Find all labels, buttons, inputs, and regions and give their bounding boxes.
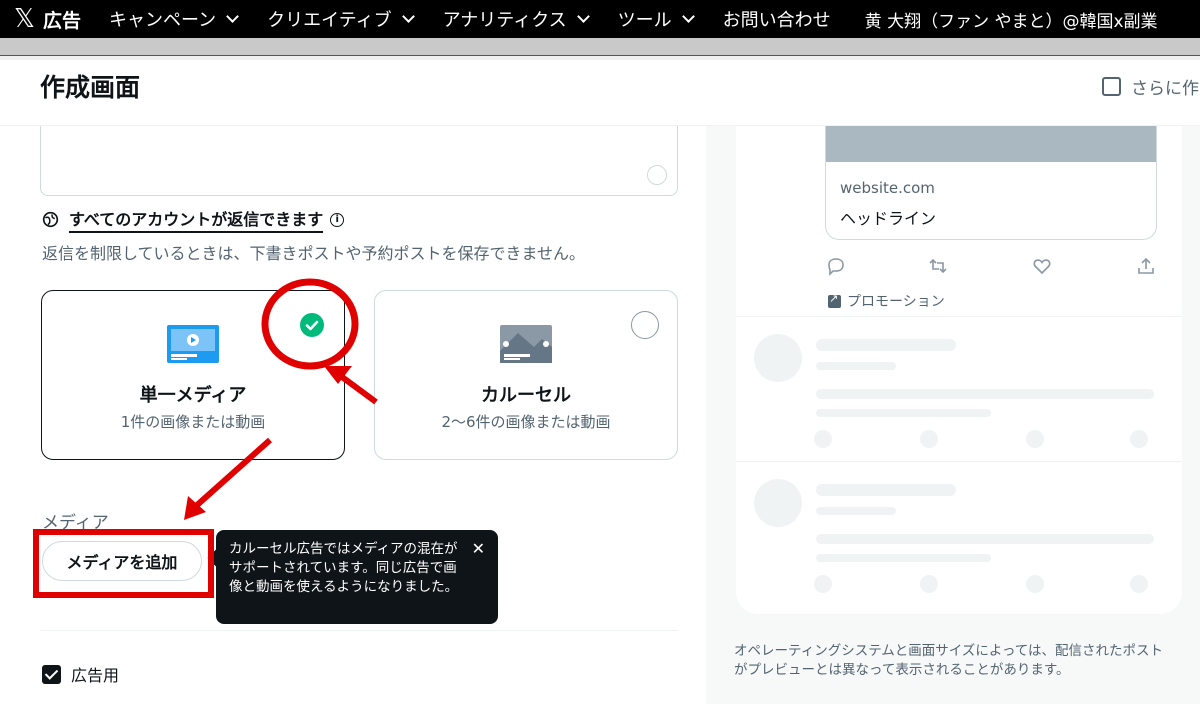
- preview-footnote: オペレーティングシステムと画面サイズによっては、配信されたポストがプレビューとは…: [734, 643, 1164, 678]
- skeleton-line: [816, 534, 1154, 544]
- skeleton-action: [1130, 430, 1148, 448]
- divider: [736, 316, 1182, 317]
- share-icon: [1138, 257, 1154, 274]
- skeleton-avatar: [754, 334, 802, 382]
- radio-icon[interactable]: [631, 311, 659, 339]
- account-switcher[interactable]: 黄 大翔（ファン やまと）@韓国x副業: [865, 7, 1158, 32]
- nav-item-creatives[interactable]: クリエイティブ: [267, 6, 415, 32]
- media-section-label: メディア: [42, 513, 109, 533]
- skeleton-line: [816, 389, 1154, 399]
- reply-setting[interactable]: すべてのアカウントが返信できます i: [42, 206, 345, 233]
- link-card-image: [826, 126, 1156, 162]
- reply-note: 返信を制限しているときは、下書きポストや予約ポストを保存できません。: [42, 244, 586, 263]
- nav-item-label: クリエイティブ: [267, 10, 392, 31]
- reply-icon: [828, 258, 844, 276]
- page-header: 作成画面 さらに作: [0, 60, 1200, 126]
- more-options-checkbox[interactable]: さらに作: [1102, 74, 1199, 99]
- like-icon: [1033, 259, 1051, 275]
- skeleton-line: [816, 484, 956, 496]
- divider: [736, 461, 1182, 462]
- brand[interactable]: 𝕏 広告: [14, 6, 81, 33]
- skeleton-action: [920, 575, 938, 593]
- skeleton-avatar: [754, 479, 802, 527]
- promoted-label: プロモーション: [828, 291, 945, 311]
- add-media-button[interactable]: メディアを追加: [42, 541, 202, 581]
- skeleton-action: [1026, 430, 1044, 448]
- brand-label: 広告: [42, 9, 81, 32]
- chevron-down-icon: [681, 10, 695, 23]
- promoted-icon: [828, 292, 841, 308]
- chevron-down-icon: [576, 10, 590, 23]
- nav-item-label: キャンペーン: [108, 10, 217, 31]
- skeleton-line: [816, 409, 991, 417]
- skeleton-line: [816, 362, 896, 370]
- post-actions: [826, 256, 1156, 276]
- carousel-icon: [500, 325, 552, 363]
- phone-preview: website.com ヘッドライン プロモーション: [736, 126, 1182, 614]
- checkbox-checked-icon[interactable]: [42, 664, 61, 684]
- page-title: 作成画面: [40, 73, 141, 102]
- link-domain: website.com: [840, 179, 935, 197]
- nav-item-label: アナリティクス: [442, 10, 567, 31]
- format-card-carousel[interactable]: カルーセル 2〜6件の画像または動画: [374, 290, 678, 460]
- skeleton-action: [814, 575, 832, 593]
- top-navigation: 𝕏 広告 キャンペーン クリエイティブ アナリティクス ツール お問い合わせ 黄…: [0, 0, 1200, 38]
- format-card-single-media[interactable]: 単一メディア 1件の画像または動画: [41, 290, 345, 460]
- nav-item-label: お問い合わせ: [722, 10, 831, 31]
- skeleton-line: [816, 554, 991, 562]
- ad-checkbox-row[interactable]: 広告用: [42, 662, 119, 686]
- globe-icon: [42, 211, 59, 228]
- nav-item-tools[interactable]: ツール: [617, 6, 695, 32]
- character-counter-icon: [647, 165, 667, 185]
- promoted-text: プロモーション: [847, 294, 945, 310]
- format-subtitle: 1件の画像または動画: [120, 413, 266, 431]
- mixed-media-tooltip: カルーセル広告ではメディアの混在がサポートされています。同じ広告で画像と動画を使…: [216, 530, 498, 624]
- format-subtitle: 2〜6件の画像または動画: [441, 413, 611, 431]
- skeleton-action: [1130, 575, 1148, 593]
- toolbar-strip: [0, 38, 1200, 56]
- check-icon: [300, 313, 324, 337]
- nav-item-campaigns[interactable]: キャンペーン: [108, 6, 239, 32]
- skeleton-action: [1026, 575, 1044, 593]
- more-options-label: さらに作: [1131, 79, 1199, 99]
- skeleton-action: [814, 430, 832, 448]
- post-text-input[interactable]: [40, 126, 678, 196]
- format-title: 単一メディア: [139, 385, 247, 406]
- link-card: website.com ヘッドライン: [825, 126, 1157, 240]
- nav-item-label: ツール: [617, 10, 672, 31]
- skeleton-line: [816, 339, 956, 351]
- checkbox-icon[interactable]: [1102, 77, 1121, 96]
- skeleton-line: [816, 507, 896, 515]
- close-icon[interactable]: ✕: [472, 539, 485, 558]
- chevron-down-icon: [226, 10, 239, 23]
- nav-item-analytics[interactable]: アナリティクス: [442, 6, 590, 32]
- link-headline: ヘッドライン: [840, 209, 937, 228]
- tooltip-text: カルーセル広告ではメディアの混在がサポートされています。同じ広告で画像と動画を使…: [229, 541, 459, 595]
- single-media-icon: [167, 325, 219, 363]
- preview-panel: website.com ヘッドライン プロモーション: [706, 126, 1200, 704]
- x-logo-icon: 𝕏: [14, 4, 35, 34]
- repost-icon: [929, 258, 947, 274]
- ad-checkbox-label: 広告用: [71, 666, 120, 685]
- format-title: カルーセル: [481, 385, 571, 406]
- chevron-down-icon: [401, 10, 415, 23]
- divider: [40, 630, 678, 631]
- nav-item-contact[interactable]: お問い合わせ: [723, 6, 831, 32]
- reply-setting-label[interactable]: すべてのアカウントが返信できます: [69, 206, 324, 233]
- composer-panel: すべてのアカウントが返信できます i 返信を制限しているときは、下書きポストや予…: [0, 126, 706, 704]
- info-icon[interactable]: i: [330, 212, 345, 227]
- skeleton-action: [920, 430, 938, 448]
